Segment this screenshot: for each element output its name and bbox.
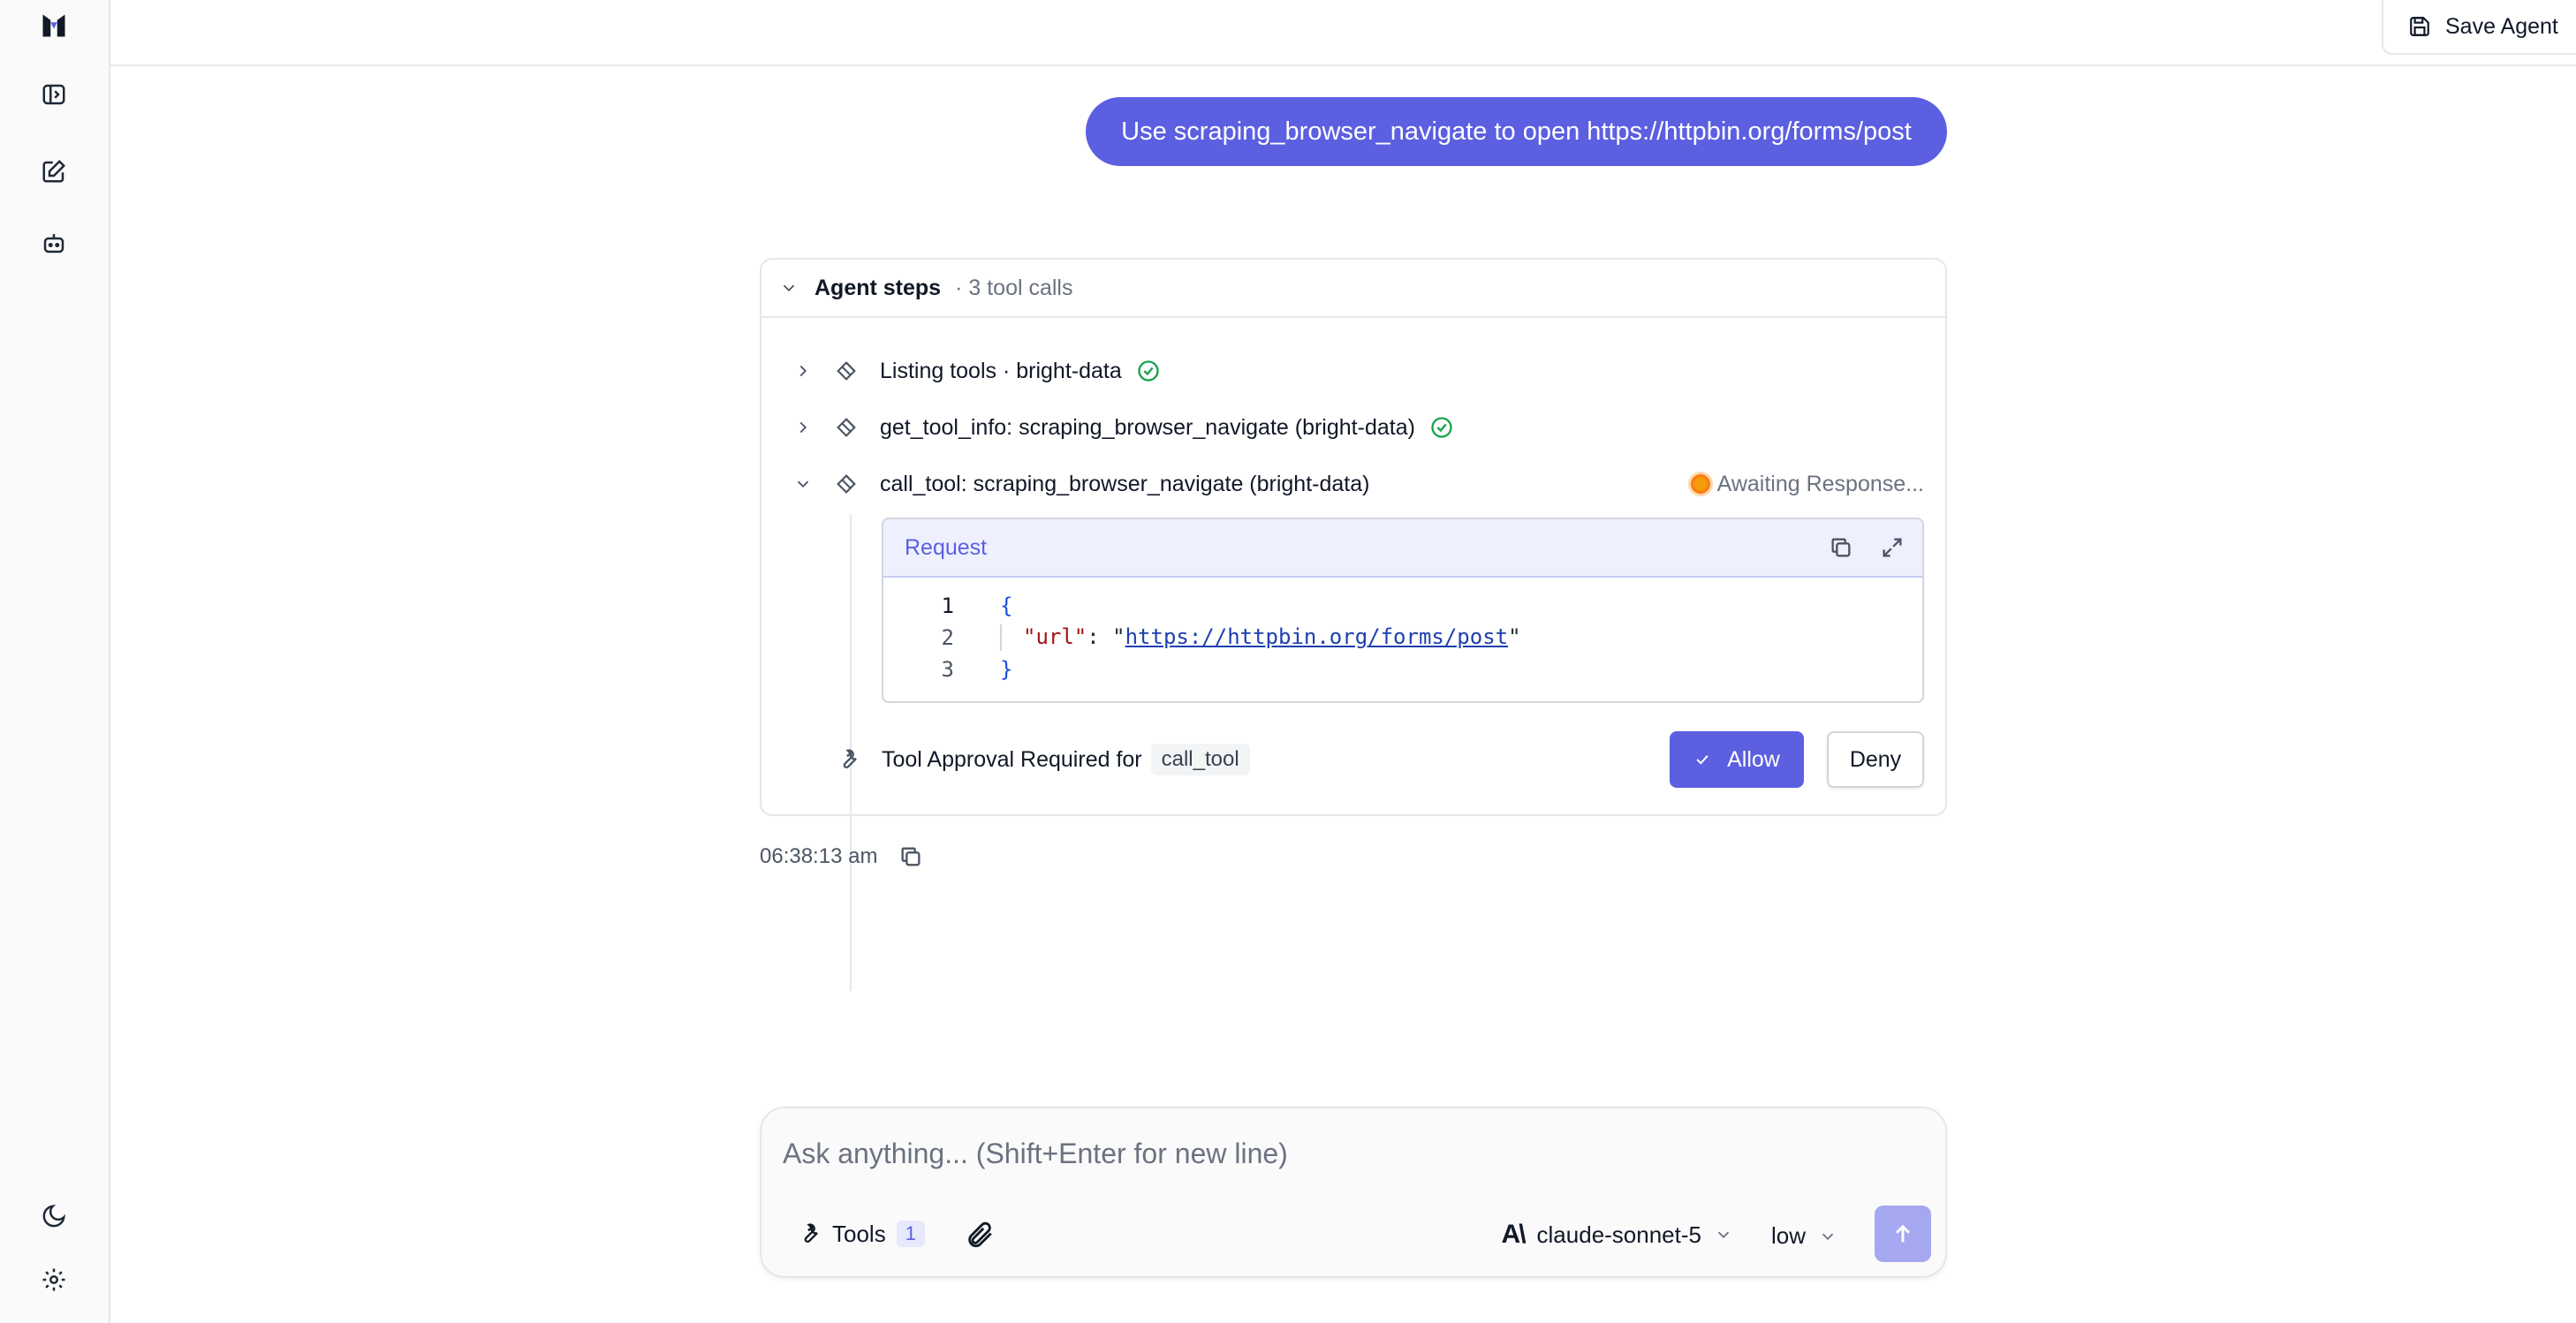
deny-label: Deny [1849, 746, 1902, 772]
chat-input[interactable] [783, 1131, 1922, 1176]
code-key: "url" [1023, 624, 1087, 649]
request-code: 1 { 2 "url": "https://httpbin.org/forms/… [883, 578, 1922, 685]
tool-layers-icon [837, 474, 856, 494]
agent-steps-count: · 3 tool calls [955, 275, 1073, 300]
save-icon [2410, 17, 2429, 36]
agents-icon[interactable] [37, 226, 71, 260]
attach-paperclip-icon[interactable] [965, 1220, 995, 1250]
line-number: 1 [941, 593, 954, 618]
step-row-get-tool-info[interactable]: get_tool_info: scraping_browser_navigate… [793, 410, 1924, 445]
step-row-call-tool[interactable]: call_tool: scraping_browser_navigate (br… [793, 466, 1924, 502]
tools-button[interactable]: Tools 1 [797, 1216, 925, 1251]
chevron-right-icon [799, 421, 807, 434]
step-label: get_tool_info: scraping_browser_navigate… [880, 414, 1415, 440]
model-selector[interactable]: A\ claude-sonnet-5 [1502, 1220, 1733, 1250]
code-quote: " [1508, 624, 1521, 649]
user-message-bubble: Use scraping_browser_navigate to open ht… [1086, 97, 1947, 166]
arrow-up-icon [1895, 1224, 1911, 1243]
new-chat-icon[interactable] [37, 155, 71, 188]
awaiting-status-text: Awaiting Response... [1716, 471, 1924, 496]
save-agent-button[interactable]: Save Agent [2382, 0, 2576, 55]
chevron-down-icon [783, 284, 795, 292]
agent-steps-header[interactable]: Agent steps · 3 tool calls [761, 260, 1945, 318]
code-quote: " [1112, 624, 1125, 649]
chevron-down-icon [797, 480, 809, 488]
agent-steps-card: Agent steps · 3 tool calls Listing tools… [760, 258, 1947, 991]
allow-label: Allow [1727, 746, 1780, 772]
message-timestamp: 06:38:13 am [760, 844, 878, 868]
copy-icon[interactable] [1829, 535, 1853, 560]
user-message-text: Use scraping_browser_navigate to open ht… [1121, 117, 1912, 146]
check-circle-icon [1138, 360, 1159, 382]
dark-mode-icon[interactable] [37, 1199, 71, 1233]
pending-dot-icon [1690, 474, 1710, 494]
chevron-down-icon [1717, 1231, 1730, 1239]
wrench-icon [804, 1223, 818, 1243]
tool-layers-icon [837, 418, 856, 437]
sidebar [0, 0, 110, 1323]
wrench-icon [843, 749, 857, 768]
step-row-listing-tools[interactable]: Listing tools · bright-data [793, 353, 1924, 389]
check-circle-icon [1431, 417, 1452, 438]
copy-icon[interactable] [898, 844, 923, 869]
code-colon: : [1087, 624, 1113, 649]
send-button[interactable] [1875, 1206, 1931, 1262]
chevron-right-icon [799, 365, 807, 377]
settings-icon[interactable] [37, 1263, 71, 1297]
line-number: 2 [941, 625, 954, 650]
request-title: Request [905, 534, 988, 560]
tools-label: Tools [832, 1220, 886, 1247]
line-number: 3 [941, 657, 954, 682]
code-line: 3 } [883, 654, 1922, 685]
deny-button[interactable]: Deny [1827, 731, 1924, 788]
message-timestamp-row: 06:38:13 am [760, 844, 923, 869]
step-label: call_tool: scraping_browser_navigate (br… [880, 471, 1370, 496]
model-name: claude-sonnet-5 [1536, 1221, 1701, 1248]
code-line: 2 "url": "https://httpbin.org/forms/post… [883, 622, 1922, 654]
awaiting-status: Awaiting Response... [1690, 471, 1924, 497]
tool-approval-row: Tool Approval Required for call_tool All… [836, 731, 1924, 788]
expand-icon[interactable] [1880, 535, 1905, 560]
code-url-link[interactable]: https://httpbin.org/forms/post [1125, 624, 1508, 649]
save-agent-label: Save Agent [2445, 13, 2558, 39]
toggle-sidebar-icon[interactable] [37, 78, 71, 111]
top-bar: Save Agent [110, 0, 2576, 66]
message-composer: Tools 1 A\ claude-sonnet-5 low [760, 1107, 1947, 1278]
code-open-brace: { [1000, 593, 1013, 618]
step-label: Listing tools · bright-data [880, 358, 1122, 383]
effort-selector[interactable]: low [1771, 1222, 1837, 1250]
app-logo-icon[interactable] [37, 9, 71, 42]
code-close-brace: } [1000, 657, 1013, 682]
check-icon [1696, 755, 1708, 765]
tool-layers-icon [837, 361, 856, 381]
request-header: Request [883, 519, 1922, 578]
approval-label: Tool Approval Required for [882, 746, 1142, 772]
effort-value: low [1770, 1222, 1806, 1249]
code-line: 1 { [883, 590, 1922, 622]
anthropic-logo-icon: A\ [1501, 1220, 1527, 1249]
allow-button[interactable]: Allow [1670, 731, 1804, 788]
request-panel: Request 1 { 2 "url": "https://httpbin.or… [882, 518, 1924, 703]
chevron-down-icon [1822, 1233, 1834, 1240]
approval-tool-badge: call_tool [1150, 744, 1250, 775]
tools-count-badge: 1 [896, 1221, 925, 1247]
agent-steps-title: Agent steps [814, 275, 942, 300]
